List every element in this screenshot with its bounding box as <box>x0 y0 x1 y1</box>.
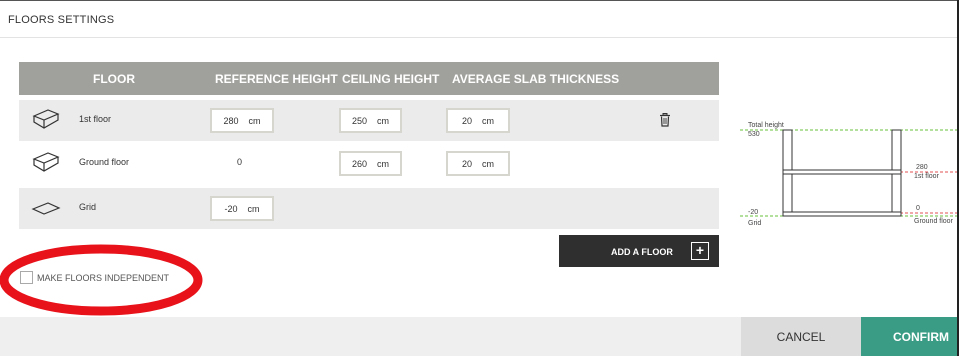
field-unit: cm <box>247 203 260 214</box>
slab-thickness-input[interactable]: 20 cm <box>446 151 510 176</box>
grid-level-label: Grid <box>748 220 761 227</box>
col-floor: FLOOR <box>93 72 135 86</box>
make-floors-independent-checkbox[interactable] <box>20 271 33 284</box>
field-value: 250 <box>351 115 368 126</box>
cancel-button[interactable]: CANCEL <box>741 317 861 356</box>
field-unit: cm <box>377 158 390 169</box>
first-floor-level-label: 1st floor <box>914 173 940 180</box>
field-value: 260 <box>351 158 368 169</box>
ground-floor-level-label: Ground floor <box>914 218 954 225</box>
reference-height-input[interactable]: -20 cm <box>210 196 274 221</box>
col-ceiling-height: CEILING HEIGHT <box>342 72 440 86</box>
table-row: Ground floor 0 260 cm 20 cm <box>19 143 719 184</box>
add-floor-label: ADD A FLOOR <box>611 247 673 257</box>
slab-thickness-input[interactable]: 20 cm <box>446 108 510 133</box>
field-unit: cm <box>248 115 261 126</box>
ground-floor-level-value: 0 <box>916 205 920 212</box>
grid-plane-icon <box>31 202 61 215</box>
reference-height-value: 0 <box>237 157 243 167</box>
floor-name: 1st floor <box>79 114 112 124</box>
field-unit: cm <box>377 115 390 126</box>
field-value: 20 <box>461 158 472 169</box>
col-reference-height: REFERENCE HEIGHT <box>215 72 338 86</box>
field-value: 280 <box>223 115 239 126</box>
dialog-header: FLOORS SETTINGS <box>0 1 957 38</box>
grid-level-value: -20 <box>748 209 758 216</box>
ceiling-height-input[interactable]: 250 cm <box>339 108 402 133</box>
total-height-value: 530 <box>748 131 760 138</box>
floor-box-icon <box>32 152 60 172</box>
col-average-slab-thickness: AVERAGE SLAB THICKNESS <box>452 72 620 86</box>
plus-icon: + <box>691 242 709 260</box>
table-header: FLOOR REFERENCE HEIGHT CEILING HEIGHT AV… <box>19 62 719 95</box>
ceiling-height-input[interactable]: 260 cm <box>339 151 402 176</box>
field-value: 20 <box>461 115 472 126</box>
floor-name: Grid <box>79 202 97 212</box>
table-row: Grid -20 cm <box>19 188 719 229</box>
reference-height-input[interactable]: 280 cm <box>210 108 274 133</box>
make-floors-independent-label: MAKE FLOORS INDEPENDENT <box>37 273 170 283</box>
confirm-button[interactable]: CONFIRM <box>861 317 957 356</box>
field-value: -20 <box>224 203 238 214</box>
table-row: 1st floor 280 cm 250 cm 20 cm <box>19 100 719 141</box>
first-floor-level-value: 280 <box>916 164 928 171</box>
trash-icon[interactable] <box>659 113 671 127</box>
floor-box-icon <box>32 109 60 129</box>
field-unit: cm <box>482 158 494 169</box>
floor-name: Ground floor <box>79 157 130 167</box>
field-unit: cm <box>482 115 494 126</box>
dialog-title: FLOORS SETTINGS <box>8 14 115 26</box>
floors-height-diagram: Total height 530 -20 Grid 280 1st floor … <box>740 115 957 235</box>
total-height-label: Total height <box>748 122 784 129</box>
add-floor-button[interactable]: ADD A FLOOR + <box>559 235 719 267</box>
